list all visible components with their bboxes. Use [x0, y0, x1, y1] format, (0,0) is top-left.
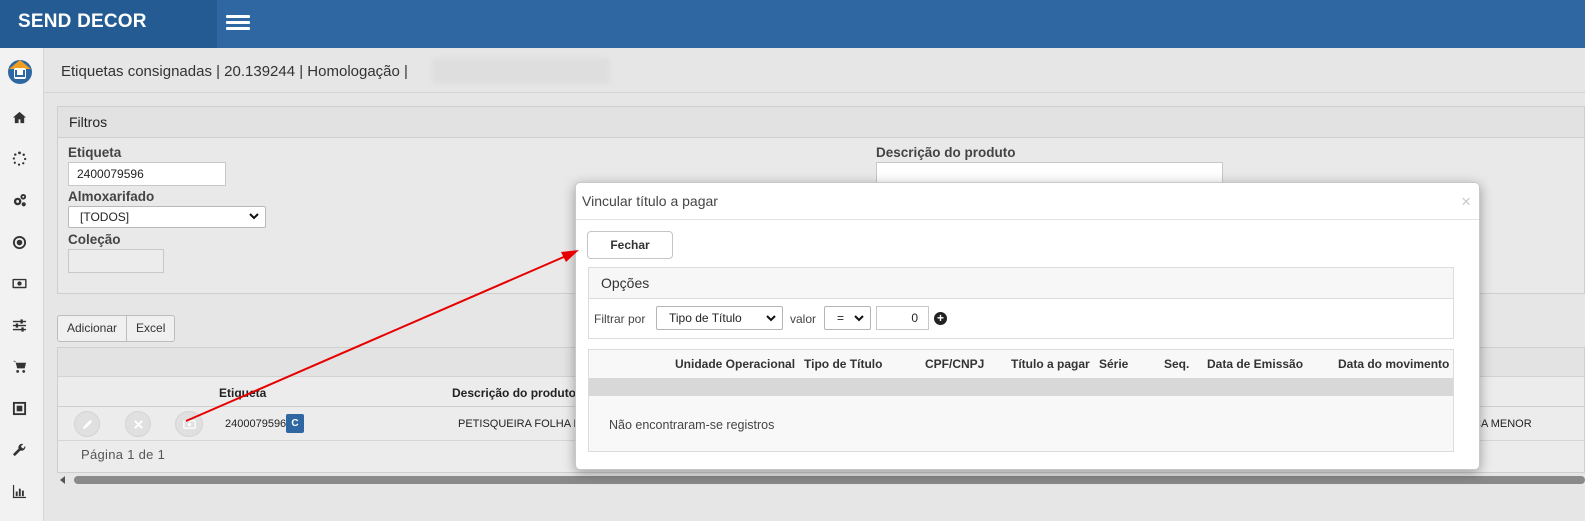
- delete-icon[interactable]: [125, 411, 151, 437]
- column-header-tipo-titulo[interactable]: Tipo de Título: [804, 357, 882, 371]
- horizontal-scrollbar[interactable]: [57, 475, 1585, 485]
- status-badge[interactable]: C: [286, 414, 304, 433]
- column-header-descricao[interactable]: Descrição do produto: [452, 386, 576, 400]
- filter-value-input[interactable]: 0: [876, 306, 929, 330]
- sidebar: [0, 48, 44, 521]
- app-logo-icon[interactable]: [5, 56, 35, 86]
- top-bar: SEND DECOR: [0, 0, 1585, 48]
- picture-frame-icon[interactable]: [10, 399, 28, 417]
- filter-field-select[interactable]: Tipo de Título: [656, 306, 783, 330]
- opcoes-title: Opções: [589, 268, 1453, 299]
- chevron-down-icon: [766, 315, 776, 322]
- descricao-produto-label: Descrição do produto: [876, 145, 1016, 160]
- adicionar-button[interactable]: Adicionar: [57, 315, 128, 342]
- redacted-area: [432, 58, 610, 84]
- chevron-down-icon: [854, 315, 864, 322]
- vincular-titulo-modal: Vincular título a pagar × Fechar Opções …: [575, 182, 1480, 470]
- result-table: Unidade Operacional Tipo de Título CPF/C…: [588, 349, 1454, 452]
- table-filter-row: [589, 378, 1453, 396]
- column-header-data-emissao[interactable]: Data de Emissão: [1207, 357, 1303, 371]
- fechar-button[interactable]: Fechar: [587, 231, 673, 259]
- sliders-icon[interactable]: [10, 316, 28, 334]
- colecao-input[interactable]: [68, 249, 164, 273]
- gears-icon[interactable]: [10, 191, 28, 209]
- filters-title: Filtros: [58, 107, 1584, 138]
- spinner-icon[interactable]: [10, 149, 28, 167]
- almoxarifado-label: Almoxarifado: [68, 189, 155, 204]
- grid-toolbar: Adicionar Excel: [57, 315, 176, 342]
- column-header-cpf-cnpj[interactable]: CPF/CNPJ: [925, 357, 984, 371]
- row-etiqueta: 2400079596: [225, 418, 287, 430]
- cart-icon[interactable]: [10, 357, 28, 375]
- operator-select[interactable]: =: [824, 306, 871, 330]
- wrench-icon[interactable]: [10, 441, 28, 459]
- empty-message: Não encontraram-se registros: [609, 418, 775, 432]
- money-link-icon[interactable]: [175, 411, 203, 437]
- money-icon[interactable]: [10, 274, 28, 292]
- almoxarifado-select[interactable]: [TODOS]: [68, 206, 266, 228]
- divider: [44, 92, 1585, 93]
- etiqueta-label: Etiqueta: [68, 145, 122, 160]
- column-header-serie[interactable]: Série: [1099, 357, 1128, 371]
- column-header-etiqueta[interactable]: Etiqueta: [219, 386, 266, 400]
- column-header-data-movimento[interactable]: Data do movimento: [1338, 357, 1449, 371]
- chevron-down-icon: [249, 213, 259, 220]
- scrollbar-thumb[interactable]: [74, 476, 1585, 484]
- etiqueta-input[interactable]: 2400079596: [68, 162, 226, 186]
- filter-field-value: Tipo de Título: [669, 311, 742, 325]
- modal-title: Vincular título a pagar: [582, 193, 718, 209]
- close-icon[interactable]: ×: [1461, 193, 1471, 210]
- almoxarifado-value: [TODOS]: [80, 210, 130, 224]
- edit-icon[interactable]: [74, 411, 100, 437]
- pagination-text: Página 1 de 1: [81, 447, 166, 462]
- brand-title[interactable]: SEND DECOR: [0, 0, 217, 48]
- row-right-cell: CA MENOR: [1473, 418, 1532, 430]
- menu-toggle-icon[interactable]: [226, 12, 252, 32]
- filtrar-por-label: Filtrar por: [594, 312, 646, 326]
- scroll-left-icon[interactable]: [60, 476, 65, 484]
- opcoes-panel: Opções Filtrar por Tipo de Título valor …: [588, 267, 1454, 339]
- colecao-label: Coleção: [68, 232, 121, 247]
- home-icon[interactable]: [10, 108, 28, 126]
- column-header-unidade[interactable]: Unidade Operacional: [675, 357, 795, 371]
- add-filter-icon[interactable]: +: [934, 312, 947, 325]
- column-header-titulo-pagar[interactable]: Título a pagar: [1011, 357, 1090, 371]
- valor-label: valor: [790, 312, 817, 326]
- operator-value: =: [837, 311, 845, 325]
- page-breadcrumb: Etiquetas consignadas | 20.139244 | Homo…: [61, 63, 408, 80]
- bar-chart-icon[interactable]: [10, 482, 28, 500]
- target-icon[interactable]: [10, 233, 28, 251]
- excel-button[interactable]: Excel: [127, 315, 176, 342]
- column-header-seq[interactable]: Seq.: [1164, 357, 1189, 371]
- divider: [576, 219, 1479, 220]
